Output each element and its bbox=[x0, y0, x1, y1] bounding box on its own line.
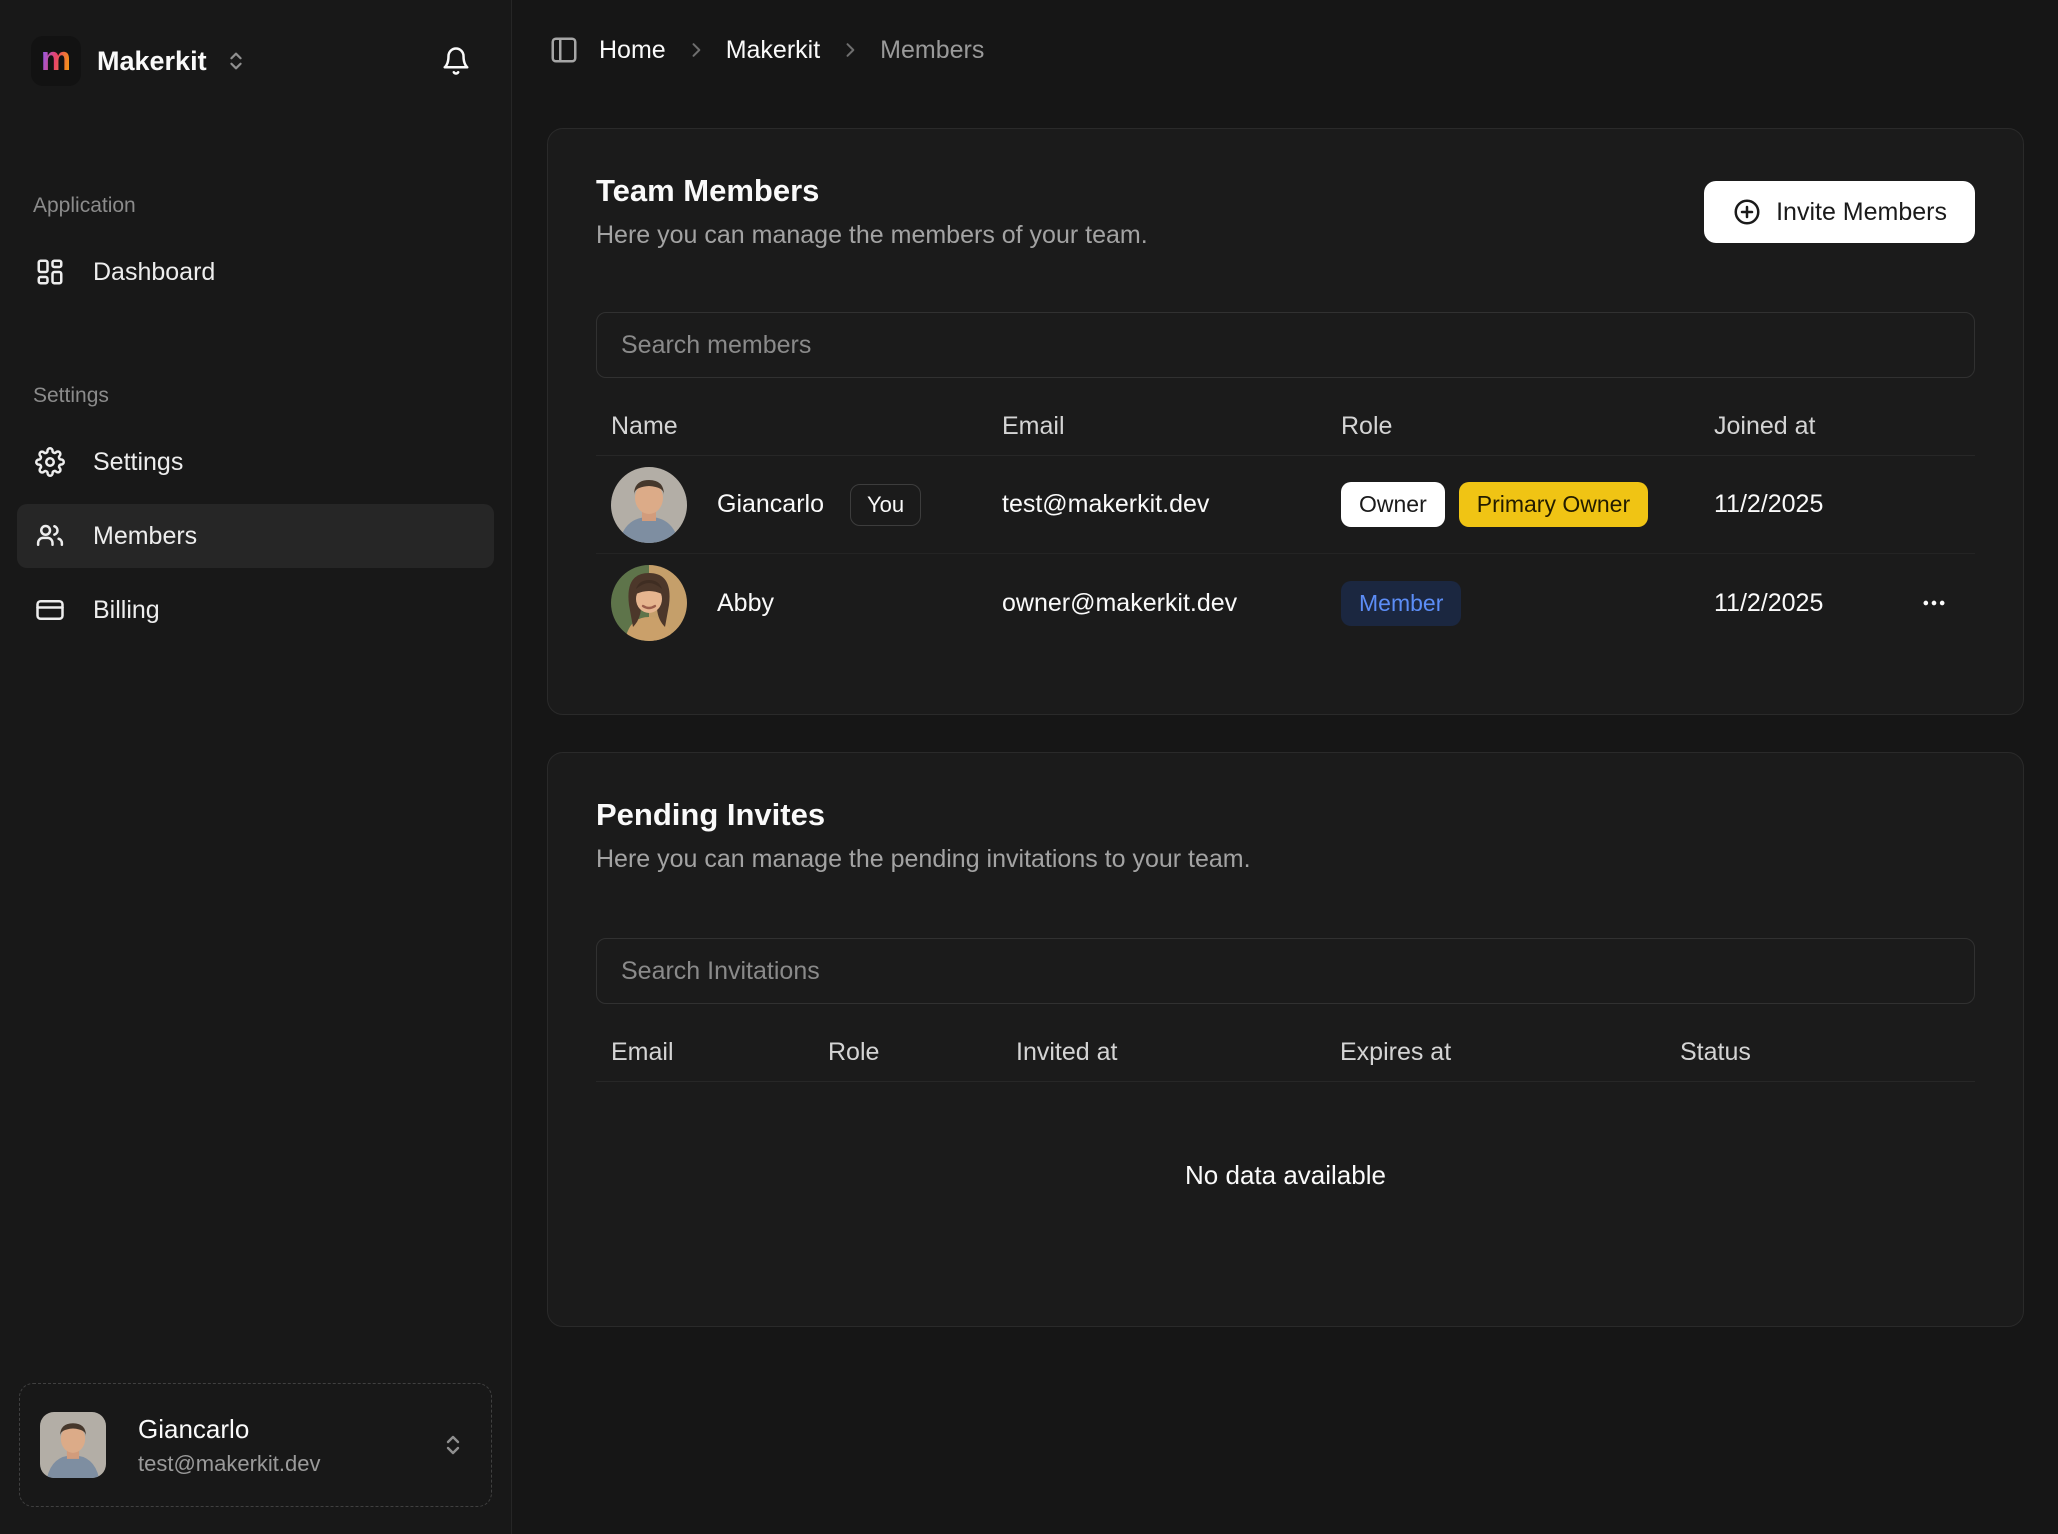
chevron-right-icon bbox=[686, 40, 706, 60]
column-header-email: Email bbox=[987, 412, 1326, 441]
dashboard-icon bbox=[35, 257, 65, 287]
gear-icon bbox=[35, 447, 65, 477]
chevrons-up-down-icon bbox=[441, 1433, 465, 1457]
breadcrumb-makerkit[interactable]: Makerkit bbox=[726, 36, 820, 65]
chevrons-up-down-icon[interactable] bbox=[225, 50, 247, 72]
pending-invites-card: Pending Invites Here you can manage the … bbox=[547, 752, 2024, 1327]
more-options-button[interactable] bbox=[1910, 579, 1958, 627]
member-name: Giancarlo bbox=[717, 490, 824, 519]
column-header-role: Role bbox=[813, 1038, 1001, 1067]
invite-members-label: Invite Members bbox=[1776, 198, 1947, 227]
member-name-cell: Giancarlo You bbox=[596, 467, 987, 543]
column-header-joined-at: Joined at bbox=[1699, 412, 1895, 441]
plus-circle-icon bbox=[1732, 197, 1762, 227]
avatar bbox=[611, 565, 687, 641]
credit-card-icon bbox=[35, 595, 65, 625]
search-members-input[interactable] bbox=[596, 312, 1975, 378]
column-header-email: Email bbox=[596, 1038, 813, 1067]
column-header-role: Role bbox=[1326, 412, 1699, 441]
breadcrumb-members: Members bbox=[880, 36, 984, 65]
sidebar-item-members[interactable]: Members bbox=[17, 504, 494, 568]
nav-settings: Settings Members Billing bbox=[0, 430, 511, 642]
chevron-right-icon bbox=[840, 40, 860, 60]
breadcrumb-home[interactable]: Home bbox=[599, 36, 666, 65]
logo-letter: m bbox=[41, 42, 71, 76]
pending-invites-heading: Pending Invites Here you can manage the … bbox=[596, 797, 1251, 874]
user-name: Giancarlo bbox=[138, 1414, 407, 1445]
workspace-name: Makerkit bbox=[97, 46, 207, 77]
member-roles: Owner Primary Owner bbox=[1326, 482, 1699, 527]
section-label-settings: Settings bbox=[0, 384, 511, 408]
section-subtitle: Here you can manage the pending invitati… bbox=[596, 845, 1251, 874]
member-joined-at: 11/2/2025 bbox=[1699, 490, 1895, 519]
page-subtitle: Here you can manage the members of your … bbox=[596, 221, 1148, 250]
table-row: Abby owner@makerkit.dev Member 11/2/2025 bbox=[596, 554, 1975, 652]
sidebar-item-settings[interactable]: Settings bbox=[17, 430, 494, 494]
sidebar-item-label: Members bbox=[93, 522, 197, 551]
page-title: Team Members bbox=[596, 173, 1148, 209]
nav-application: Dashboard bbox=[0, 240, 511, 304]
sidebar-item-dashboard[interactable]: Dashboard bbox=[17, 240, 494, 304]
column-header-status: Status bbox=[1665, 1038, 1975, 1067]
owner-badge: Owner bbox=[1341, 482, 1445, 527]
column-header-name: Name bbox=[596, 412, 987, 441]
member-joined-at: 11/2/2025 bbox=[1699, 589, 1895, 618]
sidebar-item-label: Billing bbox=[93, 596, 160, 625]
member-email: owner@makerkit.dev bbox=[987, 589, 1326, 618]
user-avatar bbox=[40, 1412, 106, 1478]
column-header-expires-at: Expires at bbox=[1325, 1038, 1665, 1067]
users-icon bbox=[35, 521, 65, 551]
member-name: Abby bbox=[717, 589, 774, 618]
table-row: Giancarlo You test@makerkit.dev Owner Pr… bbox=[596, 456, 1975, 554]
invites-table-header: Email Role Invited at Expires at Status bbox=[596, 1024, 1975, 1082]
more-horizontal-icon bbox=[1920, 589, 1948, 617]
breadcrumb: Home Makerkit Members bbox=[549, 0, 984, 100]
primary-owner-badge: Primary Owner bbox=[1459, 482, 1648, 527]
member-name-cell: Abby bbox=[596, 565, 987, 641]
makerkit-logo: m bbox=[31, 36, 81, 86]
sidebar: m Makerkit Application Dashboard Setting… bbox=[0, 0, 512, 1534]
you-badge: You bbox=[850, 484, 921, 526]
user-email: test@makerkit.dev bbox=[138, 1451, 407, 1477]
avatar bbox=[611, 467, 687, 543]
section-title: Pending Invites bbox=[596, 797, 1251, 833]
column-header-invited-at: Invited at bbox=[1001, 1038, 1325, 1067]
invite-members-button[interactable]: Invite Members bbox=[1704, 181, 1975, 243]
user-meta: Giancarlo test@makerkit.dev bbox=[138, 1414, 407, 1477]
team-members-card: Team Members Here you can manage the mem… bbox=[547, 128, 2024, 715]
bell-icon[interactable] bbox=[441, 46, 471, 76]
section-label-application: Application bbox=[0, 194, 511, 218]
member-email: test@makerkit.dev bbox=[987, 490, 1326, 519]
members-table-header: Name Email Role Joined at bbox=[596, 398, 1975, 456]
user-account-menu[interactable]: Giancarlo test@makerkit.dev bbox=[19, 1383, 492, 1507]
member-badge: Member bbox=[1341, 581, 1461, 626]
panel-left-icon[interactable] bbox=[549, 35, 579, 65]
member-roles: Member bbox=[1326, 581, 1699, 626]
sidebar-item-label: Settings bbox=[93, 448, 183, 477]
search-invitations-input[interactable] bbox=[596, 938, 1975, 1004]
sidebar-item-label: Dashboard bbox=[93, 258, 215, 287]
sidebar-item-billing[interactable]: Billing bbox=[17, 578, 494, 642]
empty-state-message: No data available bbox=[596, 1160, 1975, 1191]
team-members-heading: Team Members Here you can manage the mem… bbox=[596, 173, 1148, 250]
workspace-header: m Makerkit bbox=[0, 0, 511, 86]
